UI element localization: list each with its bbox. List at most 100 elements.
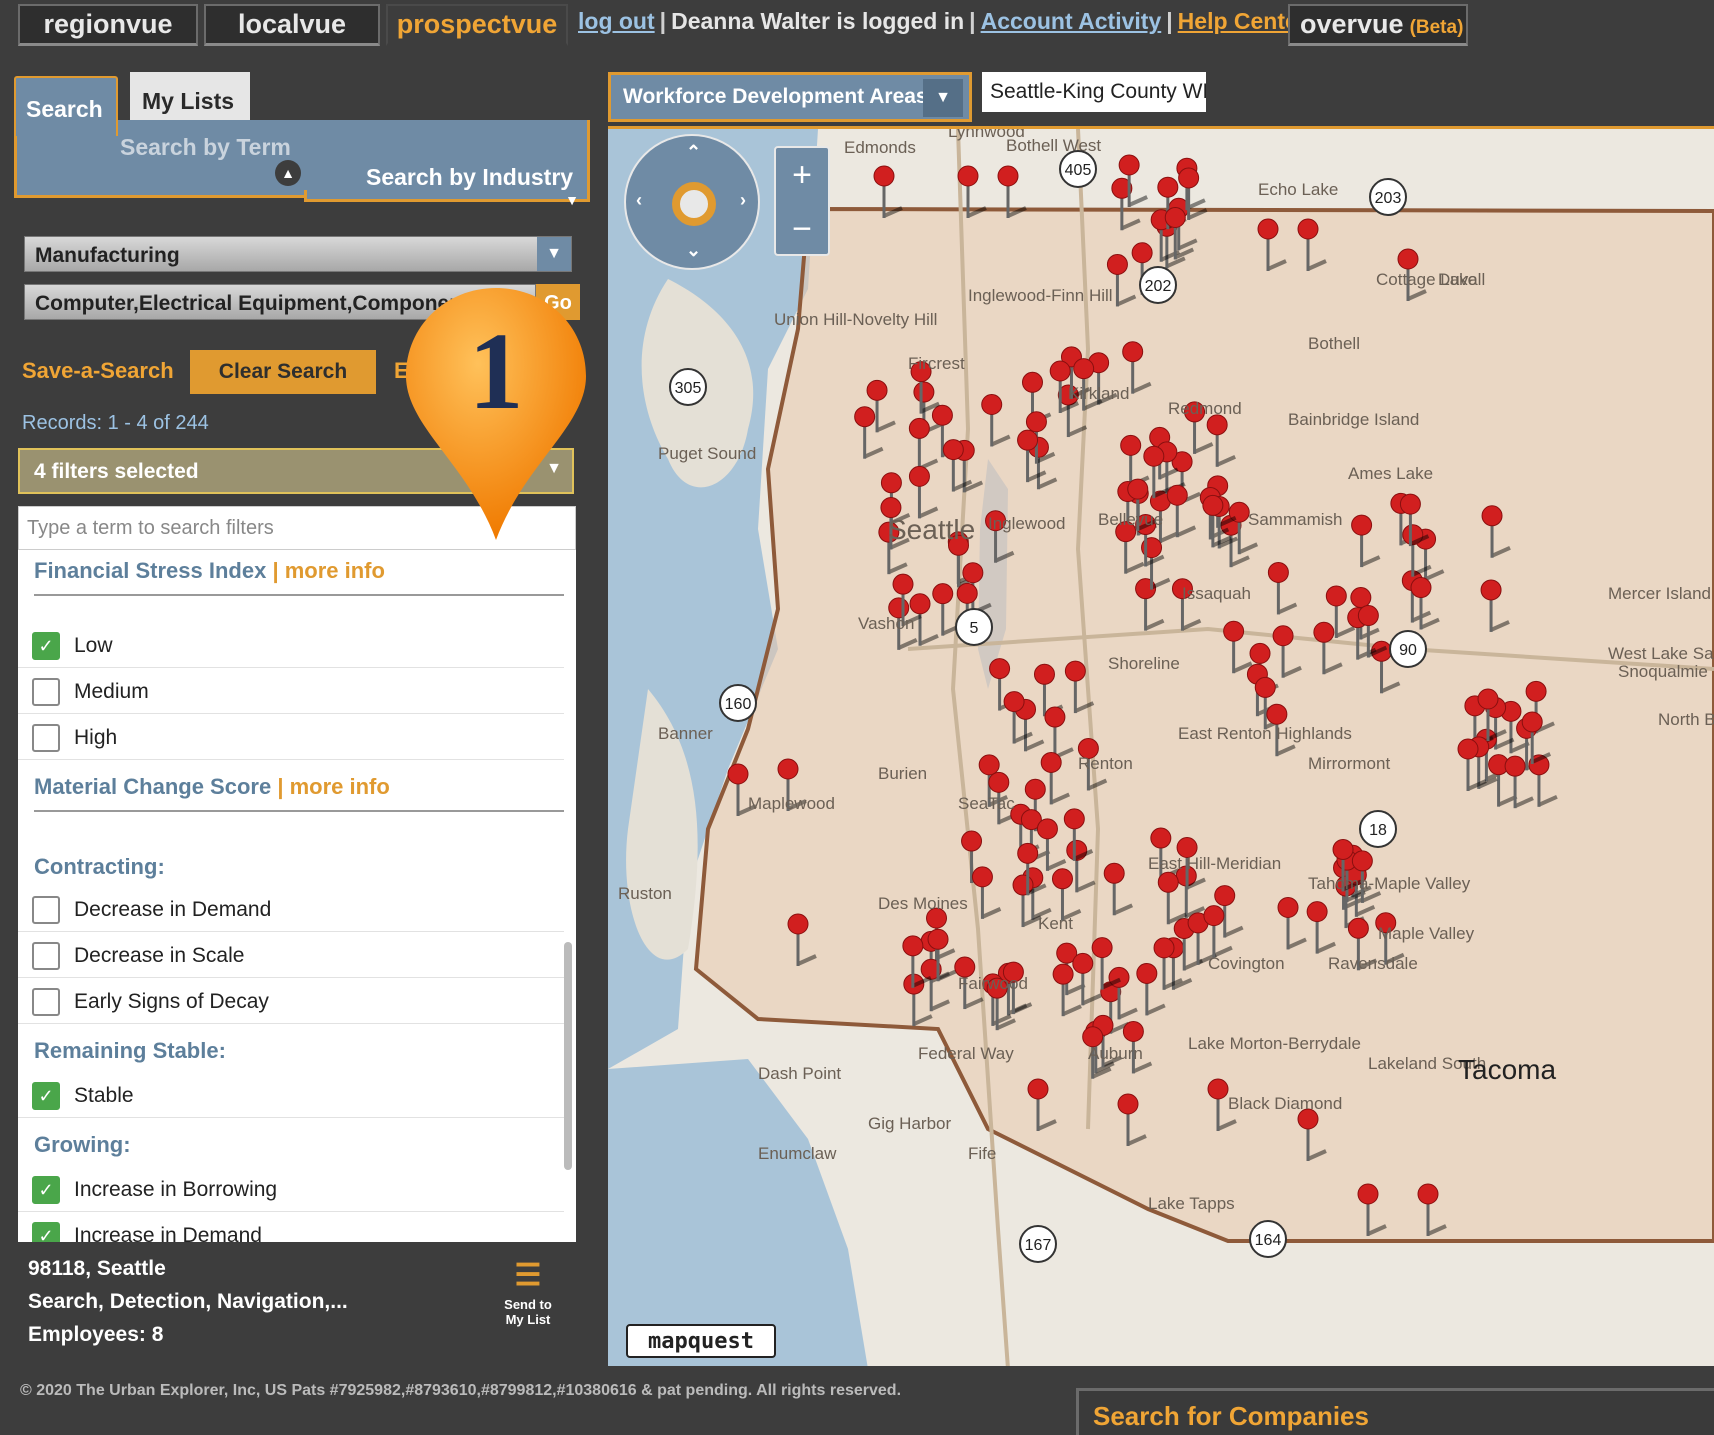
checkbox[interactable] [32,942,60,970]
place-label: Seattle [888,514,975,545]
commencement-bay-water [608,1059,868,1366]
route-number: 202 [1145,278,1172,295]
industry-value: Manufacturing [35,244,180,267]
logout-link[interactable]: log out [578,8,655,34]
place-label: Vashon [858,614,914,633]
option-label: High [74,726,118,749]
area-value-field[interactable]: Seattle-King County WI [982,72,1206,112]
account-links: log out | Deanna Walter is logged in | Accou… [578,8,1307,34]
recenter-icon[interactable] [672,182,716,226]
logged-in-text: Deanna Walter is logged in [671,8,965,34]
place-label: Duvall [1438,270,1485,289]
account-activity-link[interactable]: Account Activity [981,8,1162,34]
pan-left-icon[interactable]: ‹ [636,190,642,211]
chevron-down-icon[interactable]: ▼ [561,192,583,212]
list-icon: ☰ [514,1259,542,1292]
place-label: Gig Harbor [868,1114,951,1133]
route-number: 18 [1369,822,1387,839]
place-label: Fairwood [958,974,1028,993]
place-label: Ravensdale [1328,954,1418,973]
place-label: Sammamish [1248,510,1342,529]
divider [34,810,564,812]
checkbox-checked[interactable]: ✓ [32,1176,60,1204]
mapquest-logo: mapquest [626,1324,776,1358]
send-to-list-button[interactable]: ☰ Send to My List [500,1258,556,1327]
place-label: Redmond [1168,399,1242,418]
tab-localvue[interactable]: localvue [204,4,380,46]
tab-overvue[interactable]: overvue (Beta) [1288,4,1468,46]
listing-location: 98118, Seattle [28,1257,166,1280]
checkbox[interactable] [32,896,60,924]
tab-prospectvue[interactable]: prospectvue [386,4,568,46]
place-label: Burien [878,764,927,783]
place-label: SeaTac [958,794,1015,813]
place-label: North Bend [1658,710,1714,729]
top-nav: regionvue localvue prospectvue log out | D… [0,0,1714,50]
place-label: Tahoma-Maple Valley [1308,874,1471,893]
chevron-down-icon: ▼ [537,237,571,271]
filters-count: 4 filters selected [34,460,199,483]
contracting-heading: Contracting: [34,854,165,879]
place-label: Lake Tapps [1148,1194,1235,1213]
place-label: Puget Sound [658,444,756,463]
tab-search[interactable]: Search [14,76,118,136]
filter-option-increase-demand[interactable]: ✓ Increase in Demand [18,1212,564,1242]
more-info-link[interactable]: more info [285,558,385,583]
checkbox[interactable] [32,678,60,706]
filter-option-early-decay[interactable]: Early Signs of Decay [18,978,564,1024]
tab-label: My Lists [142,88,235,114]
map-pan-control[interactable]: ⌃ ⌄ ‹ › [624,134,760,270]
map-view[interactable]: Edmonds Lynnwood Bothell West Echo Lake Kirk… [608,126,1714,1366]
filter-option-stable[interactable]: ✓ Stable [18,1072,564,1118]
remaining-stable-heading: Remaining Stable: [34,1038,226,1063]
callout-badge: 1 [406,288,586,540]
place-label: Issaquah [1182,584,1251,603]
tab-my-lists[interactable]: My Lists [130,72,250,122]
place-label: Edmonds [844,138,916,157]
scrollbar[interactable] [564,942,572,1170]
checkbox-checked[interactable]: ✓ [32,632,60,660]
divider [34,594,564,596]
chevron-up-icon[interactable]: ▲ [275,160,301,186]
place-label: Tacoma [1458,1054,1556,1085]
place-label: Kirkland [1068,384,1129,403]
route-number: 5 [970,620,979,637]
zoom-in-button[interactable]: + [776,148,828,202]
more-info-link[interactable]: more info [290,774,390,799]
filter-option-medium[interactable]: Medium [18,668,564,714]
place-label: Fircrest [908,354,965,373]
search-companies-panel[interactable]: Search for Companies [1076,1388,1714,1435]
route-number: 164 [1255,1232,1282,1249]
filter-option-high[interactable]: High [18,714,564,760]
option-label: Low [74,634,113,657]
save-search-link[interactable]: Save-a-Search [22,358,174,384]
company-listing[interactable]: 98118, Seattle Search, Detection, Naviga… [28,1252,348,1351]
option-label: Increase in Demand [74,1224,262,1242]
pan-down-icon[interactable]: ⌄ [686,240,701,261]
pan-right-icon[interactable]: › [740,190,746,211]
clear-search-button[interactable]: Clear Search [190,350,376,394]
search-by-term[interactable]: Search by Term [120,134,291,161]
place-label: Lake Morton-Berrydale [1188,1034,1361,1053]
filter-option-increase-borrowing[interactable]: ✓ Increase in Borrowing [18,1166,564,1212]
zoom-out-button[interactable]: − [776,202,828,256]
map-canvas[interactable]: EdmondsLynnwoodBothell WestEcho LakeKirk… [608,129,1714,1366]
area-type-select[interactable]: Workforce Development Areas ▼ [608,72,972,122]
filter-option-decrease-scale[interactable]: Decrease in Scale [18,932,564,978]
filter-option-decrease-demand[interactable]: Decrease in Demand [18,886,564,932]
listing-employees: Employees: 8 [28,1323,164,1346]
place-label: Covington [1208,954,1285,973]
place-label: Echo Lake [1258,180,1338,199]
tab-regionvue[interactable]: regionvue [18,4,198,46]
checkbox[interactable] [32,988,60,1016]
pan-up-icon[interactable]: ⌃ [686,142,701,163]
checkbox-checked[interactable]: ✓ [32,1222,60,1242]
filter-option-low[interactable]: ✓ Low [18,622,564,668]
route-number: 203 [1375,190,1402,207]
checkbox-checked[interactable]: ✓ [32,1082,60,1110]
listing-description: Search, Detection, Navigation,... [28,1290,348,1313]
checkbox[interactable] [32,724,60,752]
industry-select[interactable]: Manufacturing ▼ [24,236,572,272]
place-label: Shoreline [1108,654,1180,673]
search-by-industry[interactable]: Search by Industry [366,164,573,191]
